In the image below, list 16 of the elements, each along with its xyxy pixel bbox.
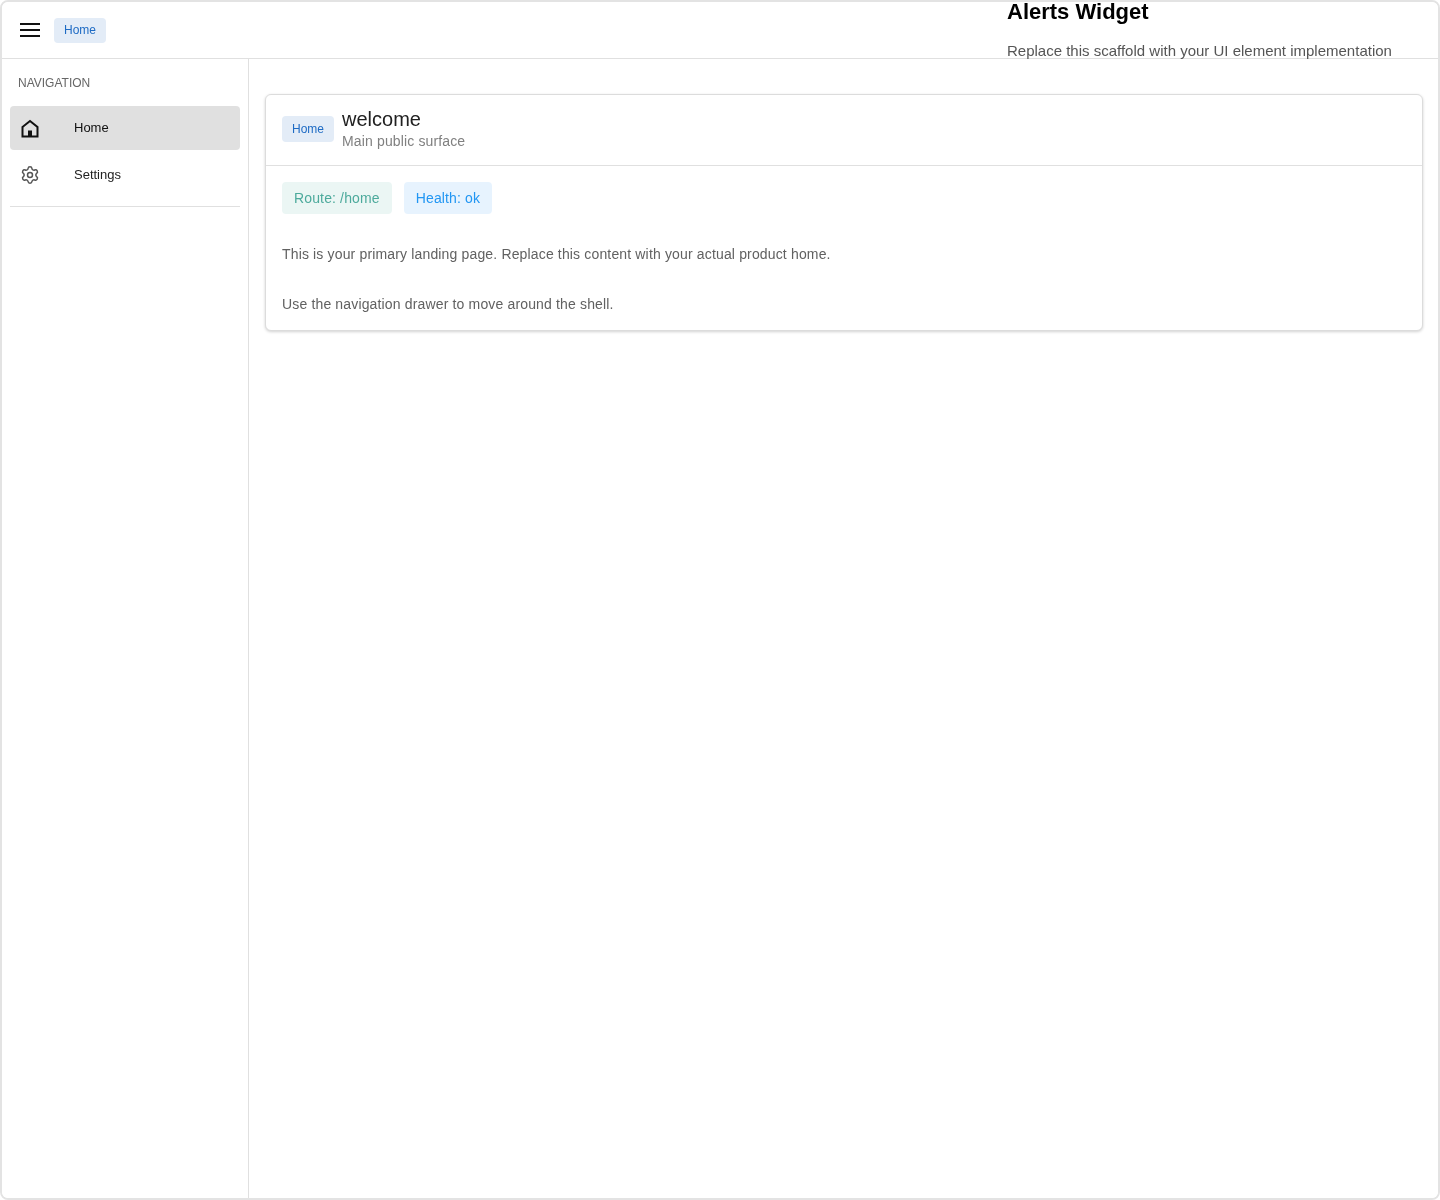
nav-item[interactable]: Home xyxy=(10,106,240,150)
body-paragraph: This is your primary landing page. Replace this content with your actual product home. xyxy=(282,245,832,264)
body-paragraph: Use the navigation drawer to move around the shell. xyxy=(282,295,615,314)
drawer-heading: NAVIGATION xyxy=(17,75,91,91)
widget-description: Replace this scaffold with your UI element implementation xyxy=(1007,43,1392,58)
card-subtitle: Main public surface xyxy=(342,132,466,151)
status-chip: Health: ok xyxy=(403,182,493,214)
breadcrumb-chip[interactable]: Home xyxy=(54,17,106,43)
card-title: welcome xyxy=(342,107,421,131)
widget-title: Alerts Widget xyxy=(1007,2,1150,23)
nav-item[interactable]: Settings xyxy=(10,153,240,197)
page-badge: Home xyxy=(282,116,334,142)
menu-icon[interactable] xyxy=(20,23,40,37)
status-chip: Route: /home xyxy=(282,182,392,214)
gear-icon xyxy=(20,165,40,185)
home-icon xyxy=(21,118,39,138)
